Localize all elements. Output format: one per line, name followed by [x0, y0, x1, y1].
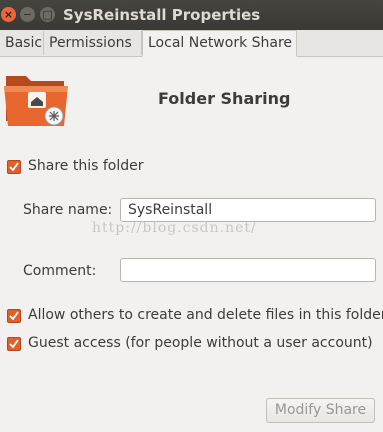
share-folder-label: Share this folder — [28, 158, 144, 174]
guest-access-label: Guest access (for people without a user … — [28, 335, 373, 351]
share-name-input[interactable]: SysReinstall — [120, 198, 376, 222]
tab-basic[interactable]: Basic — [0, 31, 44, 55]
tab-bar: Basic Permissions Local Network Share — [0, 30, 383, 57]
share-folder-checkbox[interactable] — [7, 160, 21, 174]
maximize-button[interactable]: □ — [40, 7, 55, 22]
title-bar: × − □ SysReinstall Properties — [0, 0, 383, 30]
comment-label: Comment: — [23, 263, 97, 279]
shared-folder-icon — [4, 70, 68, 128]
guest-access-checkbox[interactable] — [7, 337, 21, 351]
tab-local-network-share[interactable]: Local Network Share — [142, 30, 297, 57]
allow-others-label: Allow others to create and delete files … — [28, 307, 383, 323]
comment-input[interactable] — [120, 258, 376, 282]
watermark-text: http://blog.csdn.net/ — [92, 220, 257, 236]
modify-share-button[interactable]: Modify Share — [266, 398, 375, 423]
allow-others-checkbox[interactable] — [7, 309, 21, 323]
tab-permissions[interactable]: Permissions — [44, 31, 142, 55]
page-title: Folder Sharing — [158, 89, 291, 108]
window-title: SysReinstall Properties — [63, 6, 261, 24]
close-button[interactable]: × — [1, 7, 16, 22]
share-name-label: Share name: — [23, 202, 113, 218]
minimize-button[interactable]: − — [20, 7, 35, 22]
